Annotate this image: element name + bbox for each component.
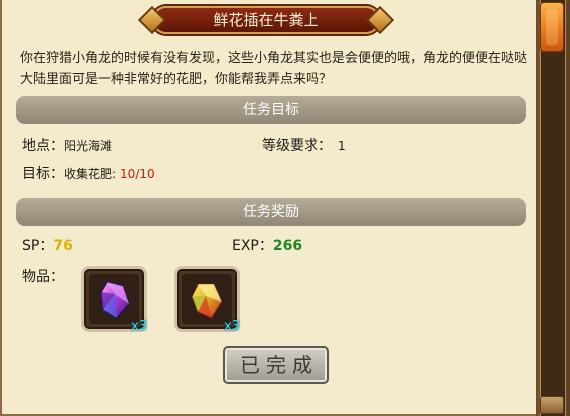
location-label: 地点： — [22, 138, 64, 154]
location-row: 地点：阳光海滩 — [22, 135, 112, 155]
target-row: 目标：收集花肥: 10/10 — [22, 163, 155, 183]
level-row: 等级要求： 1 — [262, 135, 346, 155]
objective-header: 任务目标 — [16, 96, 526, 124]
complete-button[interactable]: 已完成 — [223, 346, 329, 384]
exp-value: 266 — [272, 238, 303, 254]
exp-row: EXP：266 — [232, 235, 302, 255]
purple-crystal-icon — [100, 281, 130, 319]
quest-title: 鲜花插在牛粪上 — [213, 11, 319, 29]
scrollbar-track[interactable] — [540, 0, 566, 416]
scrollbar-end-cap — [540, 396, 564, 414]
gold-crystal-icon — [191, 283, 223, 319]
scrollbar-thumb[interactable] — [540, 2, 564, 52]
target-progress: 10/10 — [120, 167, 155, 181]
item-quantity: x3 — [224, 319, 240, 334]
item-quantity: x3 — [131, 319, 147, 334]
reward-item-slot[interactable]: x3 — [174, 266, 240, 334]
target-value: 收集花肥: — [64, 167, 117, 181]
reward-header: 任务奖励 — [16, 198, 526, 226]
exp-label: EXP： — [232, 238, 273, 254]
quest-description: 你在狩猎小角龙的时候有没有发现，这些小角龙其实也是会便便的哦，角龙的便便在哒哒大… — [20, 51, 528, 87]
level-value: 1 — [338, 139, 346, 153]
sp-value: 76 — [53, 238, 73, 254]
location-value: 阳光海滩 — [64, 139, 113, 153]
title-banner: 鲜花插在牛粪上 — [137, 4, 395, 36]
target-label: 目标： — [22, 166, 64, 182]
level-label: 等级要求： — [262, 138, 332, 154]
reward-item-slot[interactable]: x3 — [81, 266, 147, 334]
sp-row: SP：76 — [22, 235, 73, 255]
sp-label: SP： — [22, 238, 54, 254]
items-label: 物品： — [22, 269, 64, 285]
